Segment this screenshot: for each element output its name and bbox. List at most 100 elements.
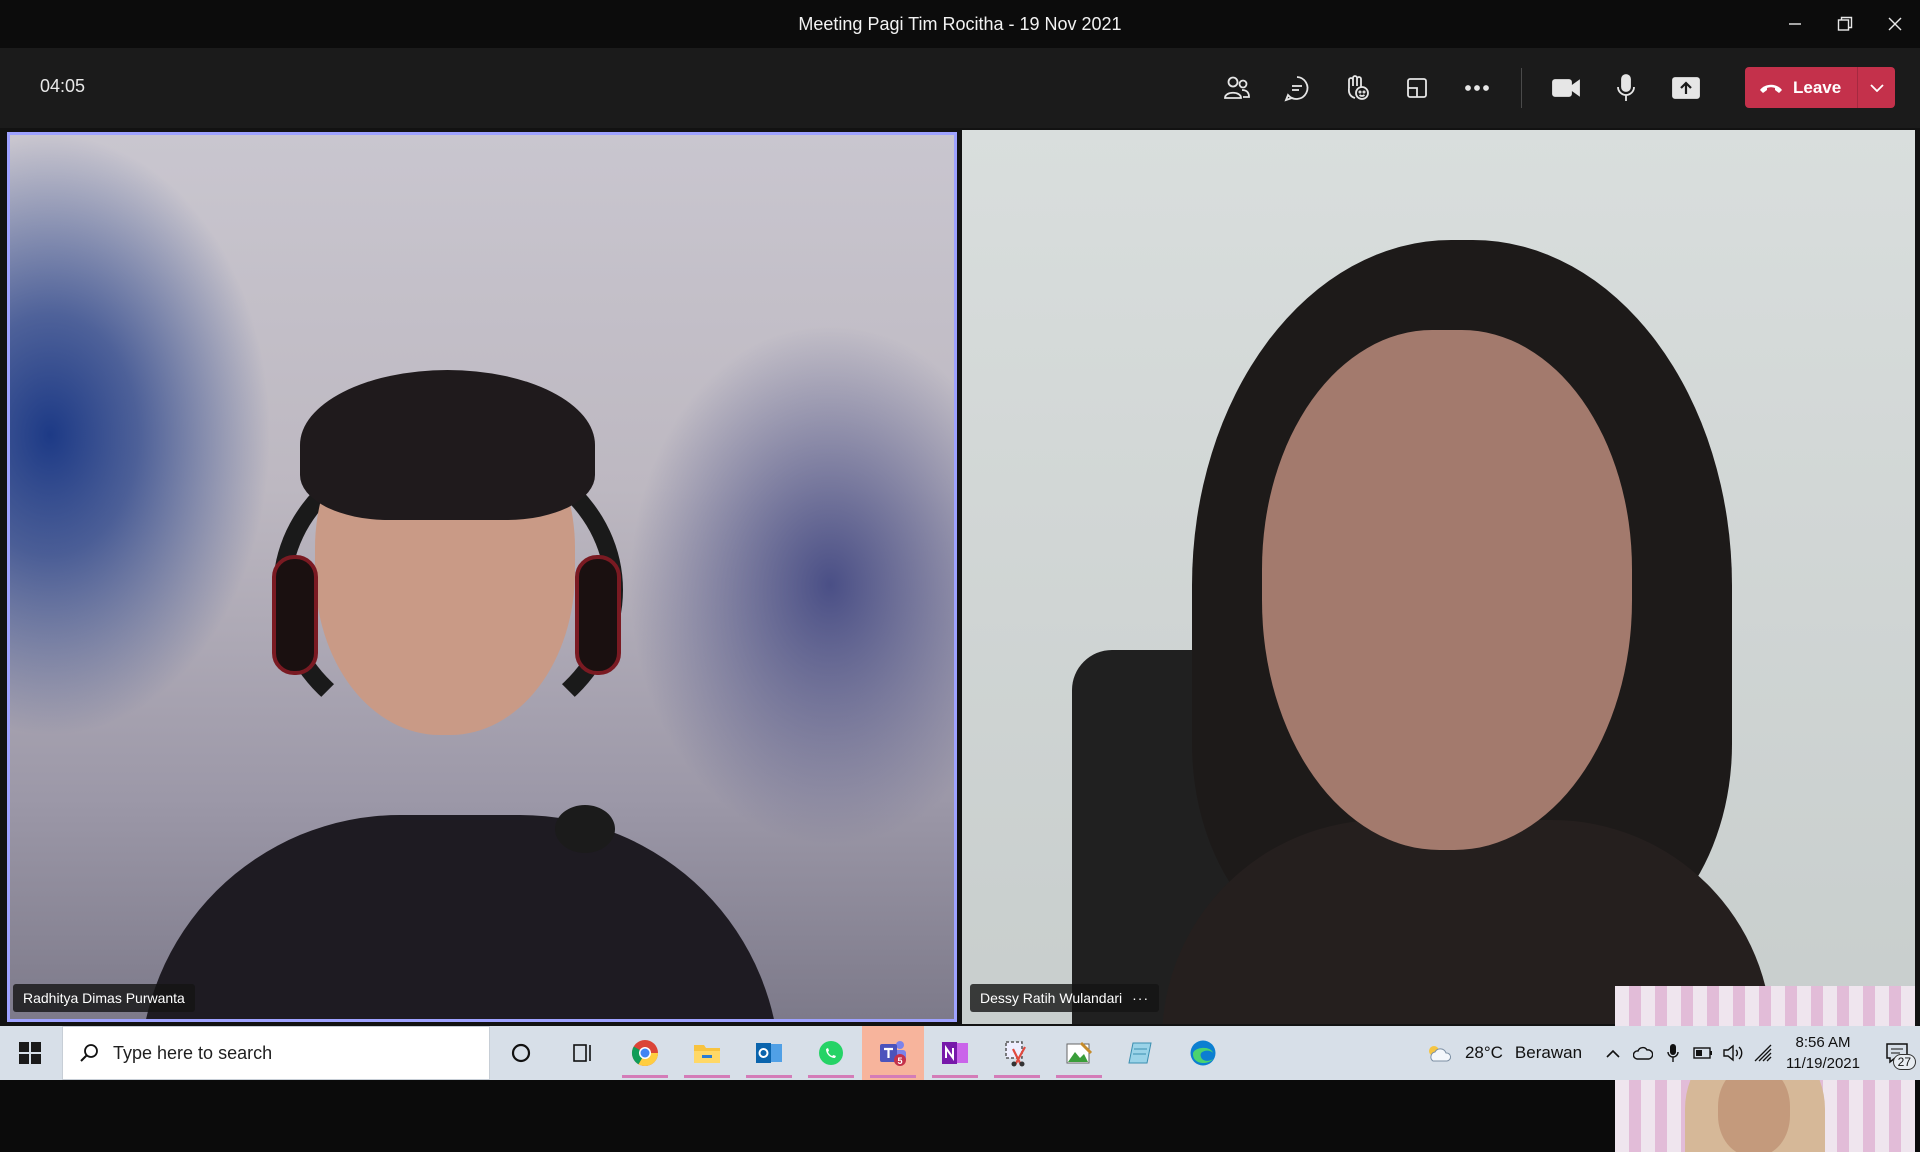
edge-icon bbox=[1190, 1040, 1216, 1066]
leave-main[interactable]: Leave bbox=[1745, 67, 1857, 108]
chat-icon bbox=[1284, 76, 1309, 102]
leave-options-button[interactable] bbox=[1858, 83, 1895, 92]
more-icon bbox=[1465, 85, 1489, 91]
wifi-icon bbox=[1754, 1044, 1772, 1062]
windows-logo-icon bbox=[19, 1042, 41, 1064]
notepad-icon bbox=[1128, 1042, 1152, 1064]
restore-button[interactable] bbox=[1820, 0, 1870, 48]
chevron-up-icon bbox=[1606, 1049, 1620, 1058]
toolbar-divider bbox=[1521, 68, 1522, 108]
taskbar-edge[interactable] bbox=[1172, 1026, 1234, 1080]
taskbar-onenote[interactable] bbox=[924, 1026, 986, 1080]
leave-button[interactable]: Leave bbox=[1745, 67, 1895, 108]
task-view-icon bbox=[573, 1044, 591, 1062]
participant-name-label: Radhitya Dimas Purwanta bbox=[13, 984, 195, 1012]
window-title: Meeting Pagi Tim Rocitha - 19 Nov 2021 bbox=[798, 13, 1122, 34]
reactions-icon bbox=[1347, 75, 1369, 100]
system-tray: 28°C Berawan 8:56 AM 11/19/2021 27 bbox=[1425, 1026, 1920, 1080]
outlook-icon bbox=[756, 1043, 782, 1063]
weather-widget[interactable]: 28°C Berawan bbox=[1425, 1043, 1582, 1063]
taskbar-apps: 5 bbox=[490, 1026, 1234, 1080]
participant-name-label: Dessy Ratih Wulandari ··· bbox=[970, 984, 1160, 1012]
cortana-icon bbox=[511, 1043, 531, 1063]
task-view-button[interactable] bbox=[552, 1026, 614, 1080]
cloudy-weather-icon bbox=[1428, 1046, 1451, 1062]
camera-icon bbox=[1552, 79, 1580, 97]
share-screen-button[interactable] bbox=[1656, 66, 1716, 110]
video-feed bbox=[10, 135, 954, 1019]
battery-icon bbox=[1693, 1047, 1713, 1059]
speaker-icon bbox=[1723, 1044, 1743, 1062]
weather-desc: Berawan bbox=[1514, 1043, 1583, 1062]
participant-torso bbox=[140, 815, 780, 1019]
participants-button[interactable] bbox=[1207, 66, 1267, 110]
meeting-toolbar: 04:05 Leave bbox=[0, 48, 1920, 128]
meeting-timer: 04:05 bbox=[40, 76, 86, 96]
folder-icon bbox=[694, 1045, 720, 1063]
teams-badge: 5 bbox=[897, 1056, 902, 1066]
leave-label: Leave bbox=[1793, 77, 1842, 97]
cortana-button[interactable] bbox=[490, 1026, 552, 1080]
show-hidden-icons-button[interactable] bbox=[1598, 1049, 1628, 1058]
notification-count: 27 bbox=[1892, 1054, 1916, 1070]
clock-time: 8:56 AM bbox=[1795, 1034, 1851, 1051]
onenote-icon bbox=[942, 1042, 968, 1064]
cloud-icon bbox=[1633, 1046, 1654, 1060]
meeting-controls bbox=[1207, 66, 1716, 110]
teams-icon: 5 bbox=[880, 1041, 906, 1066]
wifi-button[interactable] bbox=[1748, 1044, 1778, 1062]
mic-button[interactable] bbox=[1596, 66, 1656, 110]
system-clock[interactable]: 8:56 AM 11/19/2021 bbox=[1786, 1032, 1860, 1074]
microphone-icon bbox=[1667, 1044, 1679, 1062]
mic-tray-button[interactable] bbox=[1658, 1043, 1688, 1063]
start-button[interactable] bbox=[0, 1026, 60, 1080]
chevron-down-icon bbox=[1869, 83, 1884, 92]
headset-cup-right bbox=[575, 555, 621, 675]
tray-icons bbox=[1598, 1043, 1778, 1063]
close-icon bbox=[1888, 17, 1902, 31]
minimize-icon bbox=[1789, 23, 1801, 25]
participant-name: Radhitya Dimas Purwanta bbox=[23, 990, 185, 1006]
taskbar-notepad[interactable] bbox=[1110, 1026, 1172, 1080]
teams-meeting-window: Meeting Pagi Tim Rocitha - 19 Nov 2021 0… bbox=[0, 0, 1920, 1152]
video-feed bbox=[962, 130, 1915, 1024]
taskbar-search-box[interactable]: Type here to search bbox=[62, 1026, 490, 1080]
participant-hair bbox=[300, 370, 595, 520]
search-placeholder: Type here to search bbox=[113, 1042, 273, 1063]
whatsapp-icon bbox=[819, 1041, 843, 1065]
taskbar-outlook[interactable] bbox=[738, 1026, 800, 1080]
rooms-button[interactable] bbox=[1387, 66, 1447, 110]
video-tile-radhitya[interactable] bbox=[7, 132, 957, 1022]
chat-button[interactable] bbox=[1267, 66, 1327, 110]
onedrive-button[interactable] bbox=[1628, 1046, 1658, 1060]
reactions-button[interactable] bbox=[1327, 66, 1387, 110]
search-icon bbox=[80, 1044, 98, 1062]
camera-button[interactable] bbox=[1536, 66, 1596, 110]
taskbar-chrome[interactable] bbox=[614, 1026, 676, 1080]
participant-face bbox=[1262, 330, 1632, 850]
headset-cup-left bbox=[272, 555, 318, 675]
rooms-icon bbox=[1407, 78, 1427, 98]
window-controls bbox=[1770, 0, 1920, 48]
windows-taskbar: Type here to search 5 28°C Berawan 8:56 … bbox=[0, 1026, 1920, 1080]
share-icon bbox=[1672, 77, 1700, 99]
taskbar-whatsapp[interactable] bbox=[800, 1026, 862, 1080]
more-actions-button[interactable] bbox=[1447, 66, 1507, 110]
taskbar-teams[interactable]: 5 bbox=[862, 1026, 924, 1080]
minimize-button[interactable] bbox=[1770, 0, 1820, 48]
mic-icon bbox=[1617, 74, 1635, 101]
hang-up-icon bbox=[1760, 84, 1782, 93]
taskbar-snipping-tool[interactable] bbox=[986, 1026, 1048, 1080]
participant-more-button[interactable]: ··· bbox=[1132, 990, 1149, 1006]
snipping-tool-icon bbox=[1005, 1041, 1026, 1067]
video-tile-dessy[interactable] bbox=[962, 130, 1915, 1024]
taskbar-photo-editor[interactable] bbox=[1048, 1026, 1110, 1080]
battery-button[interactable] bbox=[1688, 1047, 1718, 1059]
close-button[interactable] bbox=[1870, 0, 1920, 48]
volume-button[interactable] bbox=[1718, 1044, 1748, 1062]
action-center-button[interactable]: 27 bbox=[1874, 1026, 1920, 1080]
clock-date: 11/19/2021 bbox=[1786, 1055, 1860, 1072]
taskbar-file-explorer[interactable] bbox=[676, 1026, 738, 1080]
video-stage: Radhitya Dimas Purwanta Dessy Ratih Wula… bbox=[0, 128, 1920, 1152]
headset-mic bbox=[555, 805, 615, 853]
